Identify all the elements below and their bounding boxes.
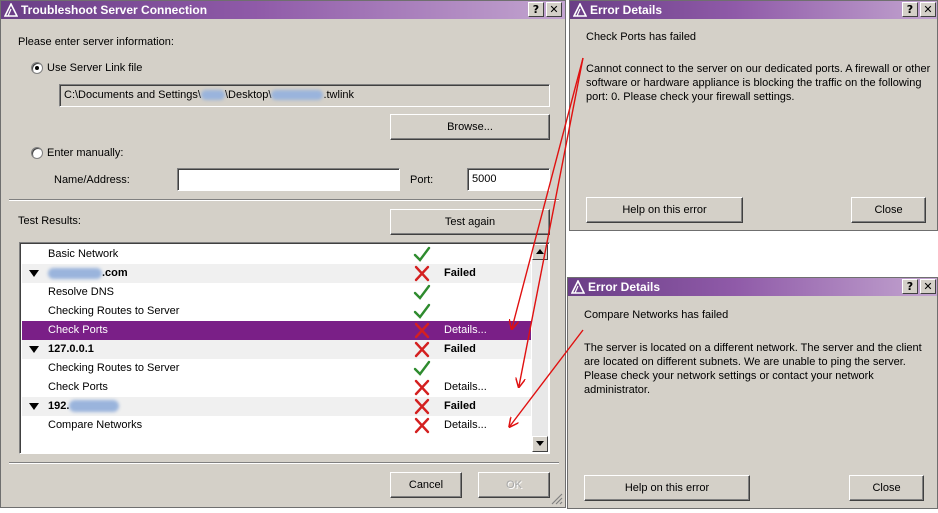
error-dialog-titlebar[interactable]: Error Details ? ✕ (568, 278, 937, 296)
troubleshoot-dialog: Troubleshoot Server Connection ? ✕ Pleas… (0, 0, 566, 508)
error-heading: Compare Networks has failed (584, 309, 729, 321)
dialog-title: Troubleshoot Server Connection (21, 3, 208, 17)
arrow-up-icon (536, 249, 544, 254)
failed-status: Failed (444, 400, 476, 412)
port-label: Port: (410, 174, 434, 186)
name-address-input[interactable] (177, 168, 400, 191)
use-link-file-radio[interactable] (31, 62, 43, 74)
blurred-hostname (48, 267, 102, 279)
app-logo-icon (571, 280, 585, 294)
link-file-path-field: C:\Documents and Settings\ \Desktop\ .twli… (59, 84, 550, 107)
blurred-ip (69, 400, 120, 413)
help-button[interactable]: ? (528, 2, 544, 17)
result-row[interactable]: Resolve DNS (22, 283, 531, 302)
details-link[interactable]: Details... (444, 378, 487, 397)
error-dialog-titlebar[interactable]: Error Details ? ✕ (570, 1, 937, 19)
path-middle: \Desktop\ (224, 89, 272, 101)
result-name: Checking Routes to Server (48, 362, 180, 374)
path-prefix: C:\Documents and Settings\ (64, 89, 201, 101)
result-name: .com (48, 264, 128, 283)
enter-manually-label: Enter manually: (47, 147, 124, 159)
result-name: Checking Routes to Server (48, 305, 180, 317)
divider (9, 199, 559, 201)
check-icon (413, 246, 431, 263)
blurred-username (200, 90, 225, 101)
cross-icon (413, 265, 431, 282)
ok-button[interactable]: OK (478, 472, 550, 498)
help-button[interactable]: ? (902, 279, 918, 294)
app-logo-icon (4, 3, 18, 17)
app-logo-icon (573, 3, 587, 17)
result-name: Check Ports (48, 324, 108, 336)
cross-icon (413, 398, 431, 415)
cross-icon (413, 417, 431, 434)
result-group-row[interactable]: .com Failed (22, 264, 531, 283)
port-input[interactable]: 5000 (467, 168, 550, 191)
cross-icon (413, 379, 431, 396)
close-button[interactable]: ✕ (546, 2, 562, 17)
error-message: Cannot connect to the server on our dedi… (586, 63, 931, 103)
resize-grip-icon[interactable] (551, 493, 563, 505)
expand-triangle-icon[interactable] (29, 403, 39, 410)
error-dialog-check-ports: Error Details ? ✕ Check Ports has failed… (569, 0, 938, 231)
enter-manually-radio[interactable] (31, 147, 43, 159)
result-name: Check Ports (48, 381, 108, 393)
details-link[interactable]: Details... (444, 416, 487, 435)
result-row[interactable]: Check Ports Details... (22, 378, 531, 397)
result-name: Compare Networks (48, 419, 143, 431)
path-suffix: .twlink (323, 89, 354, 101)
blurred-filename (271, 90, 324, 101)
result-name: 127.0.0.1 (48, 343, 94, 355)
test-again-button[interactable]: Test again (390, 209, 550, 235)
result-name: Resolve DNS (48, 286, 115, 298)
scroll-up-button[interactable] (532, 244, 548, 260)
result-row[interactable]: Checking Routes to Server (22, 302, 531, 321)
cross-icon (413, 322, 431, 339)
test-results-list[interactable]: Basic Network .com Failed Resolve DNS Checki… (19, 242, 550, 454)
vertical-scrollbar[interactable] (532, 244, 548, 452)
error-dialog-title: Error Details (590, 3, 663, 17)
result-name: Basic Network (48, 248, 119, 260)
failed-status: Failed (444, 267, 476, 279)
help-button[interactable]: ? (902, 2, 918, 17)
test-results-label: Test Results: (18, 215, 81, 227)
result-row[interactable]: Compare Networks Details... (22, 416, 531, 435)
help-on-error-button[interactable]: Help on this error (584, 475, 750, 501)
error-message: The server is located on a different net… (584, 342, 922, 396)
name-address-label: Name/Address: (54, 174, 130, 186)
cross-icon (413, 341, 431, 358)
expand-triangle-icon[interactable] (29, 346, 39, 353)
close-dialog-button[interactable]: Close (849, 475, 924, 501)
close-button[interactable]: ✕ (920, 279, 936, 294)
result-row[interactable]: Check Ports Details... (22, 321, 531, 340)
check-icon (413, 360, 431, 377)
close-button[interactable]: ✕ (920, 2, 936, 17)
dialog-titlebar[interactable]: Troubleshoot Server Connection ? ✕ (1, 1, 565, 19)
close-dialog-button[interactable]: Close (851, 197, 926, 223)
error-heading: Check Ports has failed (586, 31, 697, 43)
result-row[interactable]: Checking Routes to Server (22, 359, 531, 378)
error-dialog-compare-networks: Error Details ? ✕ Compare Networks has f… (567, 277, 938, 509)
result-name: 192. (48, 397, 120, 416)
scroll-down-button[interactable] (532, 436, 548, 452)
failed-status: Failed (444, 343, 476, 355)
browse-button[interactable]: Browse... (390, 114, 550, 140)
divider-bottom (9, 462, 559, 464)
check-icon (413, 284, 431, 301)
use-link-file-label: Use Server Link file (47, 62, 143, 74)
server-info-prompt: Please enter server information: (18, 36, 174, 48)
result-group-row[interactable]: 192. Failed (22, 397, 531, 416)
cancel-button[interactable]: Cancel (390, 472, 462, 498)
result-group-row[interactable]: 127.0.0.1 Failed (22, 340, 531, 359)
check-icon (413, 303, 431, 320)
details-link[interactable]: Details... (444, 321, 487, 340)
expand-triangle-icon[interactable] (29, 270, 39, 277)
error-dialog-title: Error Details (588, 280, 661, 294)
arrow-down-icon (536, 441, 544, 446)
help-on-error-button[interactable]: Help on this error (586, 197, 743, 223)
result-row[interactable]: Basic Network (22, 245, 531, 264)
